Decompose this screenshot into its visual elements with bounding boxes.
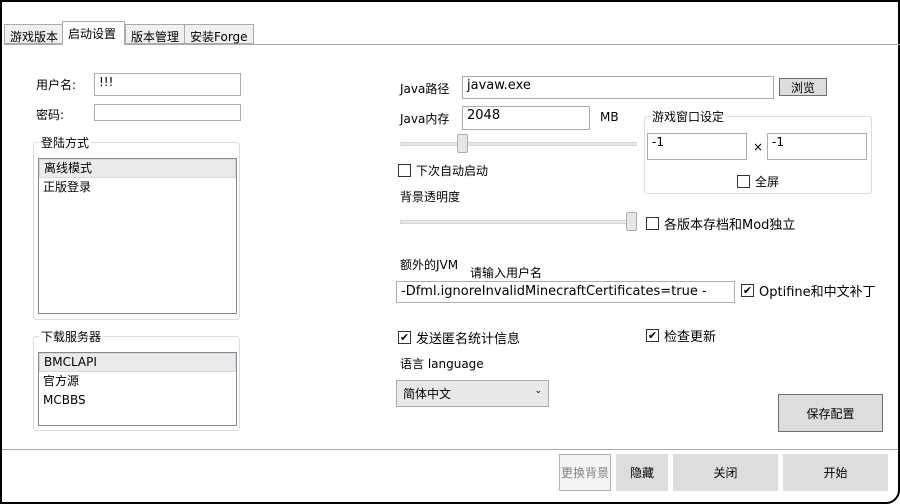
optifine-box[interactable]: ✔ <box>741 284 754 297</box>
java-path-label: Java路径 <box>400 82 450 96</box>
tab-game-version[interactable]: 游戏版本 <box>4 24 65 44</box>
browse-button[interactable]: 浏览 <box>779 78 827 96</box>
stats-checkbox[interactable]: ✔ 发送匿名统计信息 <box>398 328 520 347</box>
fullscreen-checkbox[interactable]: 全屏 <box>737 173 779 190</box>
auto-start-box[interactable] <box>398 164 411 177</box>
hide-button[interactable]: 隐藏 <box>616 454 668 491</box>
auto-start-checkbox[interactable]: 下次自动启动 <box>398 162 488 179</box>
list-item-mcbbs[interactable]: MCBBS <box>39 391 236 410</box>
download-server-list[interactable]: BMCLAPI 官方源 MCBBS <box>38 352 237 426</box>
memory-slider-thumb[interactable] <box>456 134 468 153</box>
list-item-official-source[interactable]: 官方源 <box>39 372 236 391</box>
password-label: 密码: <box>36 108 65 122</box>
opacity-label: 背景透明度 <box>400 190 461 204</box>
auto-start-label: 下次自动启动 <box>416 164 489 178</box>
opacity-slider-thumb[interactable] <box>626 212 637 231</box>
window-width-input[interactable]: -1 <box>647 133 747 160</box>
list-item-bmclapi[interactable]: BMCLAPI <box>39 353 236 372</box>
optifine-checkbox[interactable]: ✔ Optifine和中文补丁 <box>741 281 876 300</box>
stats-box[interactable]: ✔ <box>398 331 411 344</box>
save-config-button[interactable]: 保存配置 <box>778 394 883 432</box>
optifine-label: Optifine和中文补丁 <box>759 285 876 300</box>
footer-divider <box>2 449 898 450</box>
java-memory-label: Java内存 <box>400 112 450 126</box>
login-mode-list[interactable]: 离线模式 正版登录 <box>38 158 237 314</box>
isolate-box[interactable] <box>646 217 659 230</box>
tab-divider <box>4 44 900 45</box>
tab-install-forge[interactable]: 安装Forge <box>184 24 254 44</box>
java-path-input[interactable]: javaw.exe <box>462 76 774 99</box>
tab-version-manage[interactable]: 版本管理 <box>125 24 186 44</box>
login-mode-title: 登陆方式 <box>39 134 92 151</box>
isolate-label: 各版本存档和Mod独立 <box>664 218 796 233</box>
language-select[interactable]: 简体中文 ⌄ <box>396 380 549 407</box>
jvm-label: 额外的JVM <box>400 258 459 272</box>
check-update-checkbox[interactable]: ✔ 检查更新 <box>646 326 716 345</box>
isolate-checkbox[interactable]: 各版本存档和Mod独立 <box>646 214 795 233</box>
opacity-slider-track[interactable] <box>400 220 637 224</box>
username-input[interactable]: !!! <box>94 73 241 96</box>
tab-launch-settings[interactable]: 启动设置 <box>62 21 125 45</box>
list-item-offline[interactable]: 离线模式 <box>39 159 236 178</box>
username-label: 用户名: <box>36 78 77 92</box>
fullscreen-label: 全屏 <box>755 175 780 189</box>
check-update-label: 检查更新 <box>664 330 717 345</box>
memory-unit-label: MB <box>600 110 619 124</box>
close-button[interactable]: 关闭 <box>673 454 778 491</box>
username-tooltip: 请输入用户名 <box>468 264 545 281</box>
window-height-input[interactable]: -1 <box>767 133 867 160</box>
jvm-args-input[interactable]: -Dfml.ignoreInvalidMinecraftCertificates… <box>396 281 735 303</box>
fullscreen-box[interactable] <box>737 175 750 188</box>
password-input[interactable] <box>94 104 241 121</box>
list-item-official[interactable]: 正版登录 <box>39 178 236 197</box>
start-button[interactable]: 开始 <box>783 454 888 491</box>
language-value: 简体中文 <box>403 387 452 401</box>
download-server-title: 下载服务器 <box>39 328 104 345</box>
language-label: 语言 language <box>400 357 484 371</box>
window-settings-title: 游戏窗口设定 <box>650 108 727 125</box>
java-memory-input[interactable]: 2048 <box>462 106 590 130</box>
stats-label: 发送匿名统计信息 <box>416 332 521 347</box>
memory-slider-track[interactable] <box>400 142 637 146</box>
check-update-box[interactable]: ✔ <box>646 329 659 342</box>
change-background-button[interactable]: 更换背景 <box>559 454 611 491</box>
times-label: × <box>753 140 764 154</box>
chevron-down-icon: ⌄ <box>534 386 542 396</box>
